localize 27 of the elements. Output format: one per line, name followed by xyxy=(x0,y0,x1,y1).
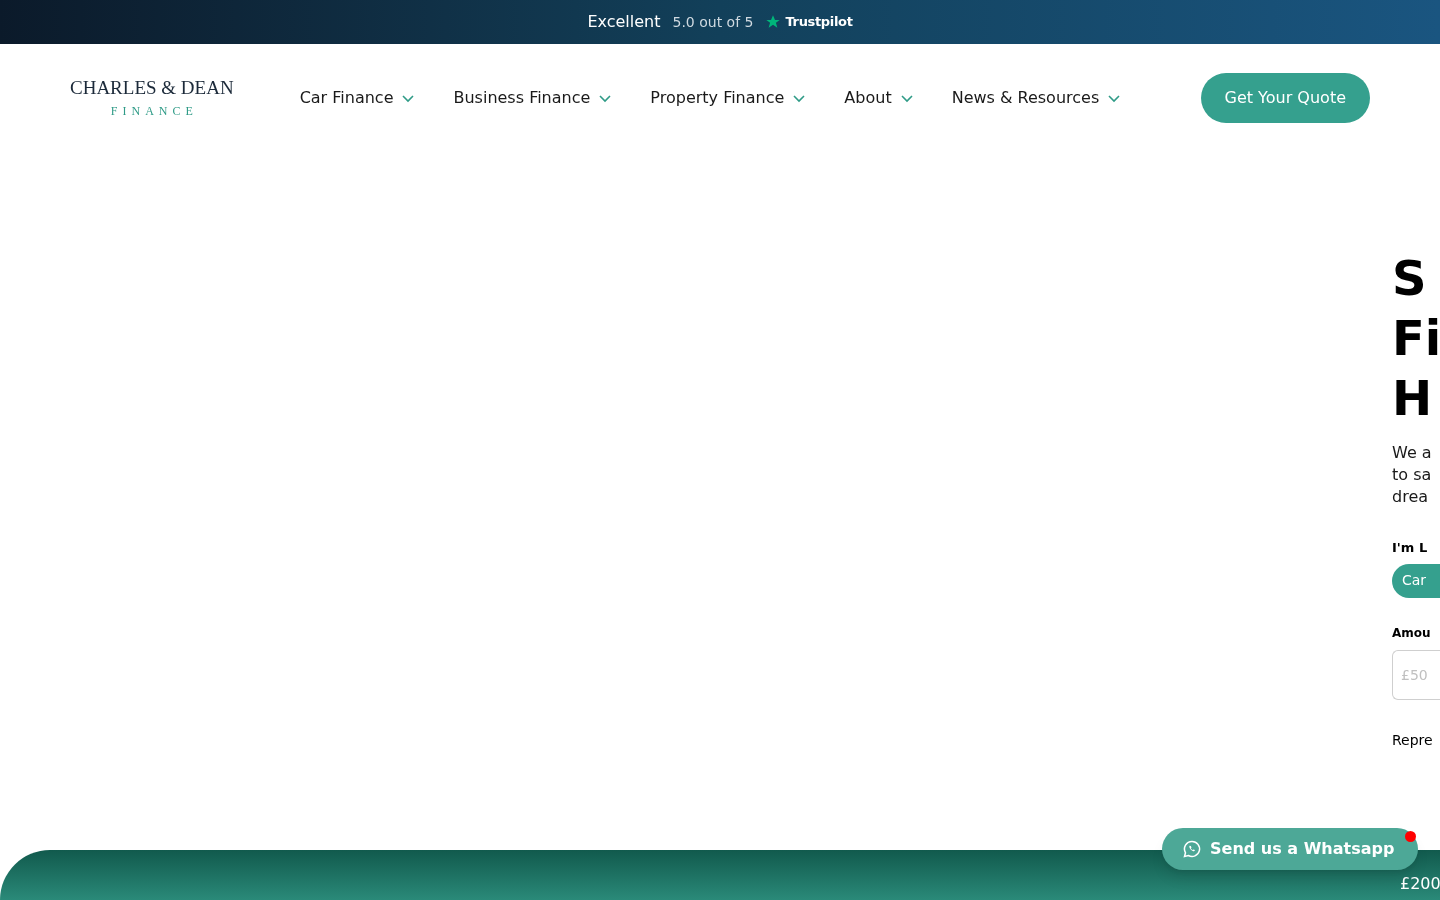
nav-link[interactable]: Property Finance xyxy=(650,86,807,110)
hero-headline: Fi xyxy=(1392,309,1440,368)
representative-text: Repre xyxy=(1392,730,1434,750)
trustpilot-brand: Trustpilot xyxy=(785,13,853,32)
whatsapp-icon xyxy=(1182,839,1202,859)
nav-link[interactable]: About xyxy=(844,86,914,110)
band-amount: £200 xyxy=(1400,873,1440,895)
chevron-down-icon xyxy=(598,93,613,103)
hero-intro: We a xyxy=(1392,442,1433,464)
hero-intro: drea xyxy=(1392,486,1430,508)
hero-headline: S xyxy=(1392,249,1428,308)
logo[interactable]: CHARLES & DEAN FINANCE xyxy=(70,77,234,119)
amount-label: Amou xyxy=(1392,624,1432,642)
amount-field[interactable]: £50 xyxy=(1392,649,1440,700)
hero-headline: H xyxy=(1392,369,1434,428)
nav-link[interactable]: Business Finance xyxy=(453,86,613,110)
rating-score: 5.0 out of 5 xyxy=(672,12,754,32)
chevron-down-icon xyxy=(1107,93,1122,103)
chevron-down-icon xyxy=(899,93,914,103)
looking-label: I'm L xyxy=(1392,539,1429,557)
nav-link[interactable]: News & Resources xyxy=(951,86,1122,110)
hero-intro: to sa xyxy=(1392,464,1433,486)
chevron-down-icon xyxy=(401,93,416,103)
nav-link[interactable]: Car Finance xyxy=(299,86,416,110)
rating-label: Excellent xyxy=(587,11,661,33)
chevron-down-icon xyxy=(792,93,807,103)
star-icon xyxy=(765,14,782,30)
